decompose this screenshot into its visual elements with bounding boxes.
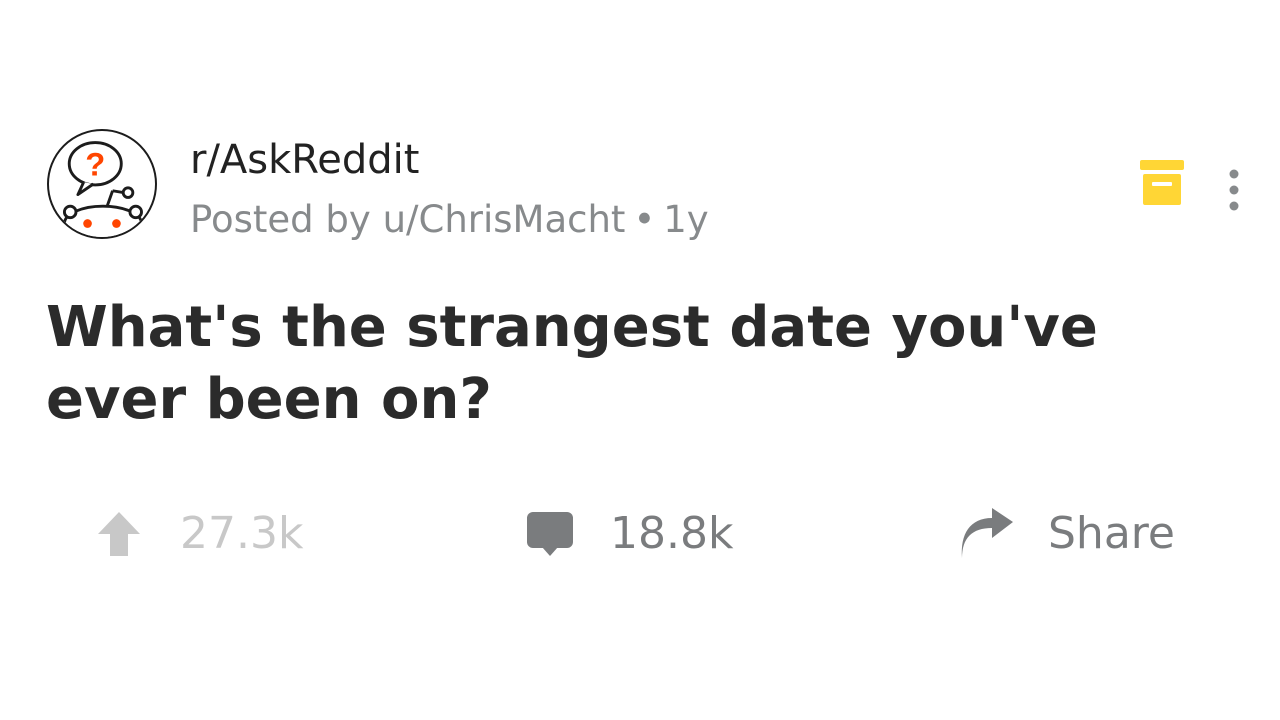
post-meta: Posted by u/ChrisMacht • 1y xyxy=(190,195,709,245)
post-age: 1y xyxy=(663,198,709,241)
comment-count: 18.8k xyxy=(610,508,734,559)
share-arrow-icon xyxy=(961,508,1013,558)
upvote-count: 27.3k xyxy=(180,508,304,559)
share-button[interactable]: Share xyxy=(958,498,1175,570)
post-actions-bar: 27.3k 18.8k Share xyxy=(0,498,1280,570)
share-label: Share xyxy=(1048,508,1175,559)
subreddit-name[interactable]: r/AskReddit xyxy=(190,134,419,186)
subreddit-avatar[interactable]: ? xyxy=(47,129,157,239)
comments-button[interactable]: 18.8k xyxy=(526,498,733,570)
meta-separator: • xyxy=(633,198,656,241)
askreddit-avatar-icon: ? xyxy=(62,141,143,237)
more-vertical-icon[interactable] xyxy=(1224,166,1244,214)
comment-bubble-icon xyxy=(527,512,573,556)
upvote-arrow-icon[interactable] xyxy=(96,510,142,558)
svg-text:?: ? xyxy=(85,145,105,182)
post-card: ? r/AskReddit Posted by u/ChrisMacht • 1y … xyxy=(0,0,1280,720)
upvote-button[interactable]: 27.3k xyxy=(96,498,303,570)
posted-by[interactable]: Posted by u/ChrisMacht xyxy=(190,198,625,241)
post-title[interactable]: What's the strangest date you've ever be… xyxy=(46,292,1236,436)
archive-icon xyxy=(1140,160,1184,205)
